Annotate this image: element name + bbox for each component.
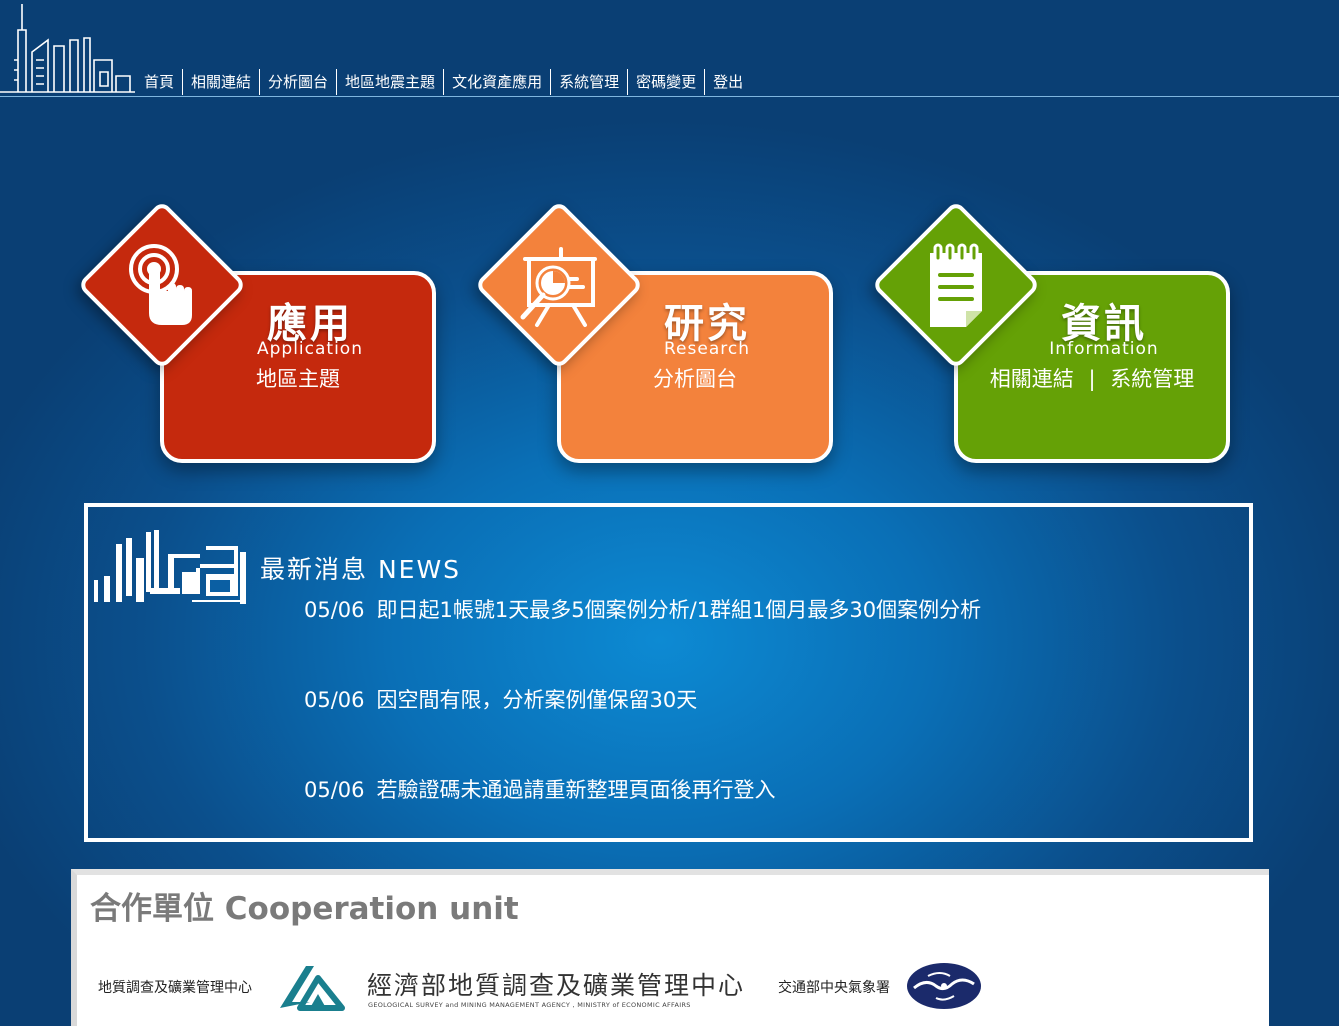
cwa-logo-icon[interactable]: [906, 962, 982, 1010]
header: 首頁 相關連結 分析圖台 地區地震主題 文化資產應用 系統管理 密碼變更 登出: [0, 0, 1339, 97]
news-heading: 最新消息 NEWS: [260, 555, 462, 584]
nav-related-links[interactable]: 相關連結: [183, 69, 261, 95]
application-link-regional-topic[interactable]: 地區主題: [160, 363, 436, 393]
gsmma-logo-name: 經濟部地質調查及礦業管理中心: [367, 971, 746, 1000]
main-nav: 首頁 相關連結 分析圖台 地區地震主題 文化資產應用 系統管理 密碼變更 登出: [136, 68, 751, 96]
news-skyline-icon: [94, 530, 246, 604]
application-subtitle: Application: [257, 339, 363, 359]
information-link-system-management[interactable]: 系統管理: [1110, 367, 1194, 391]
nav-regional-earthquake[interactable]: 地區地震主題: [337, 69, 445, 95]
news-text: 即日起1帳號1天最多5個案例分析/1群組1個月最多30個案例分析: [376, 598, 982, 622]
news-item[interactable]: 05/06 即日起1帳號1天最多5個案例分析/1群組1個月最多30個案例分析: [304, 594, 981, 624]
research-link-analysis-platform[interactable]: 分析圖台: [557, 363, 833, 393]
nav-analysis-platform[interactable]: 分析圖台: [260, 69, 338, 95]
information-card[interactable]: 資訊 Information 相關連結 | 系統管理: [871, 200, 1244, 468]
information-subtitle: Information: [1049, 339, 1159, 359]
news-text: 若驗證碼未通過請重新整理頁面後再行登入: [376, 778, 776, 802]
nav-change-password[interactable]: 密碼變更: [628, 69, 706, 95]
nav-home[interactable]: 首頁: [136, 69, 184, 95]
news-item[interactable]: 05/06 因空間有限，分析案例僅保留30天: [304, 684, 697, 714]
news-text: 因空間有限，分析案例僅保留30天: [376, 688, 698, 712]
gsmma-logo-icon[interactable]: [276, 962, 346, 1012]
research-subtitle: Research: [664, 339, 750, 359]
presentation-board-icon: [520, 247, 597, 327]
news-date: 05/06: [304, 688, 365, 712]
research-card[interactable]: 研究 Research 分析圖台: [474, 200, 847, 468]
information-link-related-links[interactable]: 相關連結: [990, 367, 1074, 391]
information-links: 相關連結 | 系統管理: [954, 363, 1230, 393]
news-item[interactable]: 05/06 若驗證碼未通過請重新整理頁面後再行登入: [304, 774, 776, 804]
gsmma-logo-english: GEOLOGICAL SURVEY and MINING MANAGEMENT …: [368, 1001, 691, 1009]
touch-hand-icon: [129, 244, 192, 325]
information-link-separator: |: [1088, 367, 1096, 391]
news-date: 05/06: [304, 778, 365, 802]
notepad-icon: [930, 243, 982, 327]
news-date: 05/06: [304, 598, 365, 622]
cooperation-title: 合作單位 Cooperation unit: [90, 891, 519, 927]
partner-gsmma-label[interactable]: 地質調查及礦業管理中心: [98, 977, 252, 997]
application-card[interactable]: 應用 Application 地區主題: [77, 200, 450, 468]
header-divider: [0, 96, 1339, 97]
city-skyline-logo: [0, 4, 135, 93]
nav-system-management[interactable]: 系統管理: [551, 69, 629, 95]
partner-cwa-label[interactable]: 交通部中央氣象署: [778, 977, 890, 997]
nav-logout[interactable]: 登出: [705, 69, 751, 95]
nav-cultural-heritage[interactable]: 文化資產應用: [444, 69, 552, 95]
